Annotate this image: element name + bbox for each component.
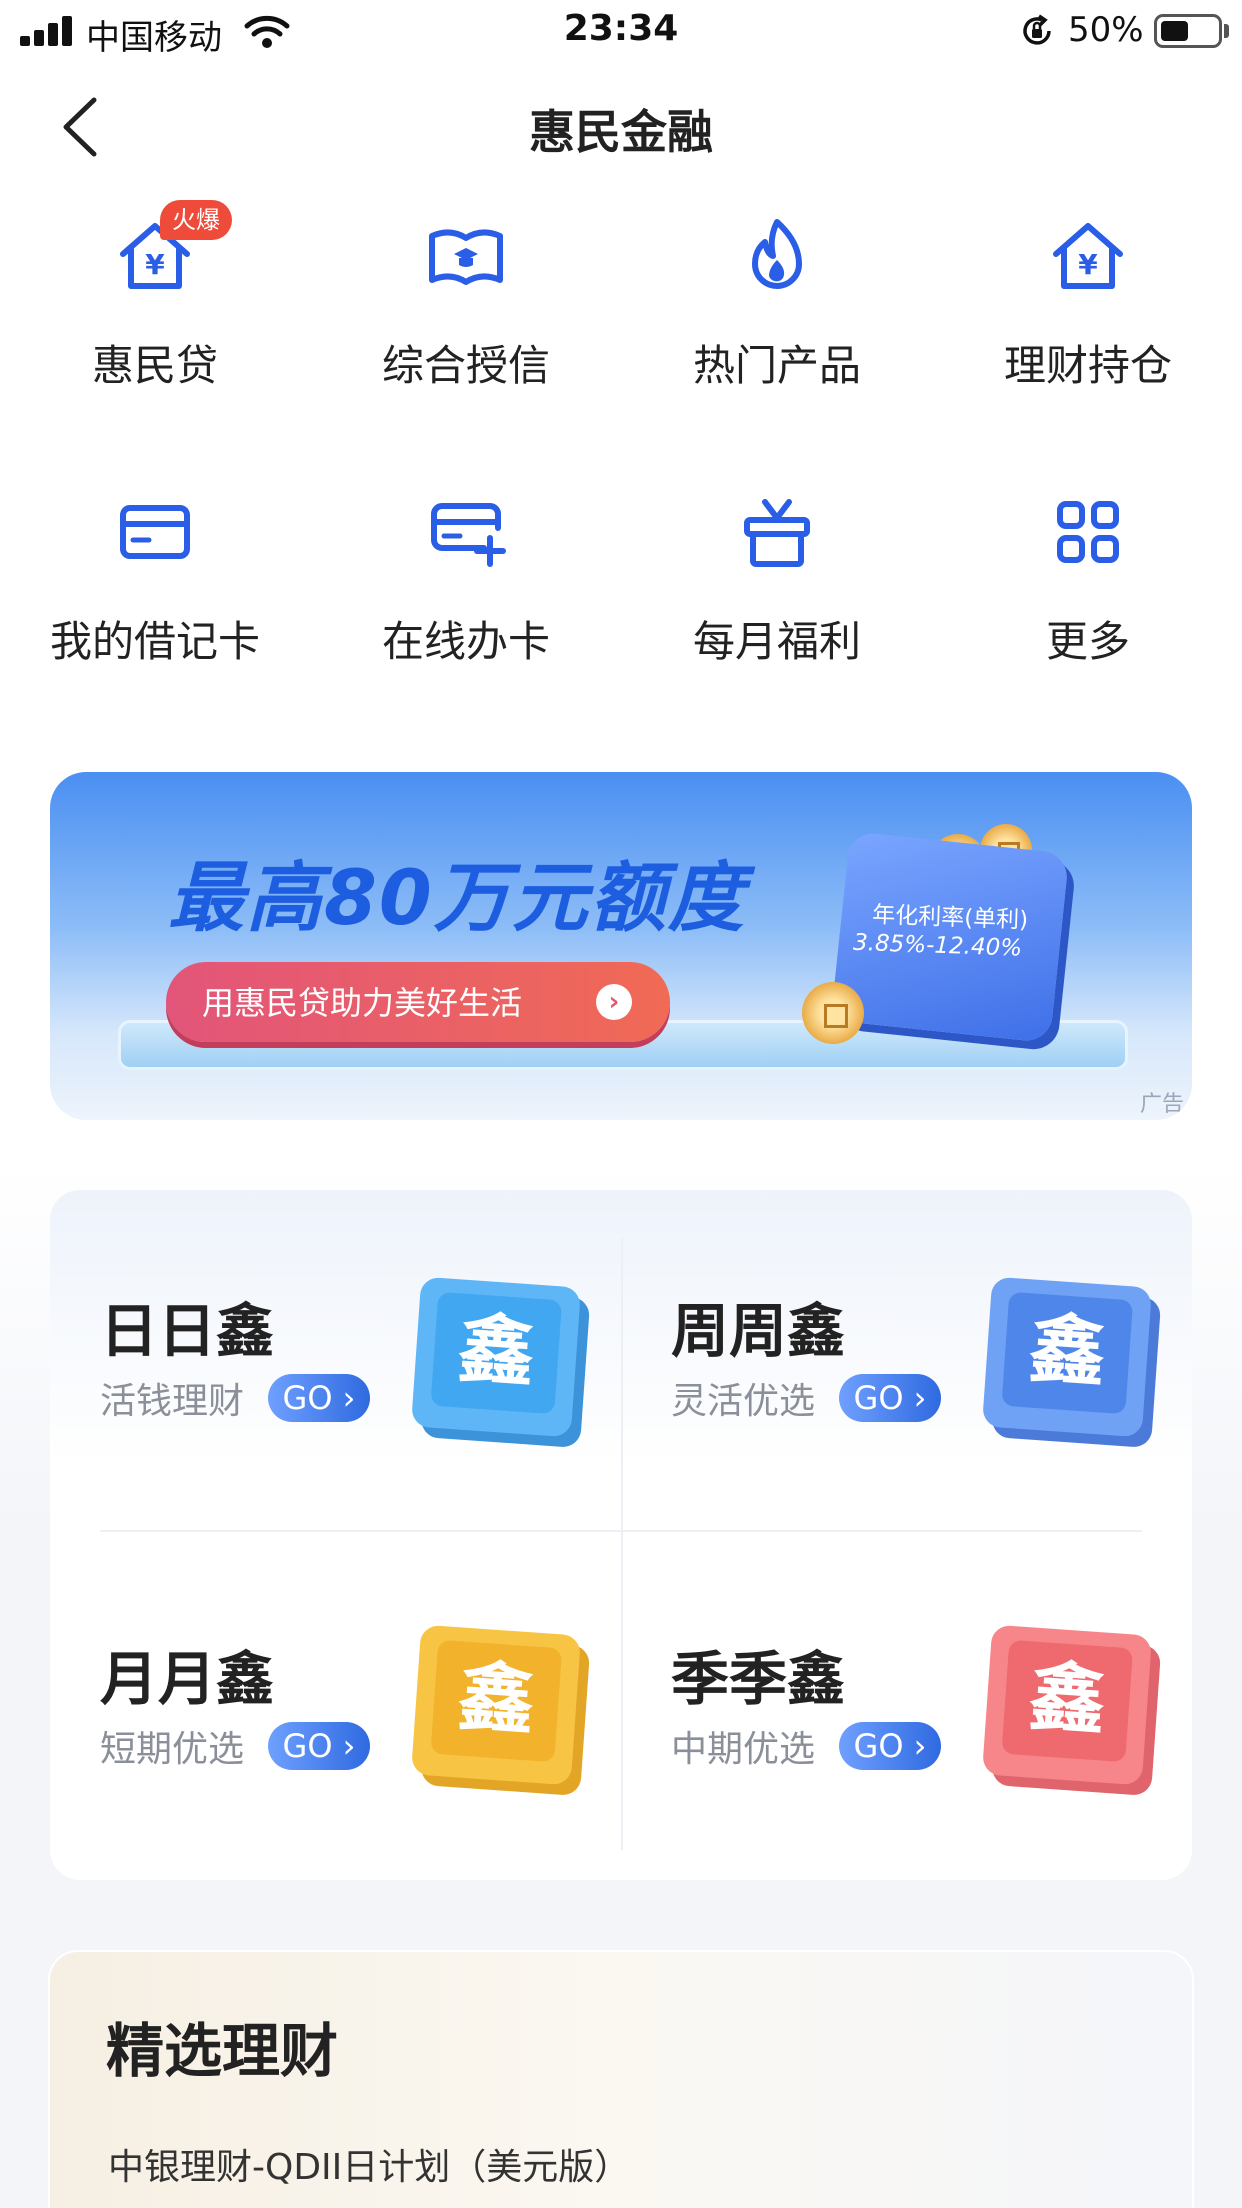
xin-item-weekly[interactable]: 周周鑫 灵活优选 GO › 鑫 [621,1190,1181,1530]
ad-label: 广告 [1140,1092,1185,1117]
grid-label: 综合授信 [381,341,550,390]
xin-item-monthly[interactable]: 月月鑫 短期优选 GO › 鑫 [50,1538,610,1878]
grid-item-debit-card[interactable]: 我的借记卡 [0,492,310,692]
grid-item-holdings[interactable]: ¥ 理财持仓 [933,216,1242,416]
svg-text:¥: ¥ [145,248,165,281]
rate-value: 3.85%-12.40% [852,929,1023,962]
grid-label: 更多 [1045,617,1130,666]
section-title: 精选理财 [106,2017,339,2085]
xin-item-quarterly[interactable]: 季季鑫 中期优选 GO › 鑫 [621,1538,1181,1878]
product-desc: 中期优选 [671,1729,816,1770]
xin-tile-icon: 鑫 [981,1624,1153,1786]
grid-item-monthly-benefit[interactable]: 每月福利 [622,492,932,692]
go-label: GO [853,1727,904,1765]
product-name: 月月鑫 [100,1645,275,1713]
go-label: GO [853,1379,904,1417]
tile-char: 鑫 [1001,1291,1134,1415]
grid-label: 我的借记卡 [49,617,260,666]
chevron-right-icon: › [596,984,632,1020]
book-grad-icon [429,229,503,285]
banner-cta-label: 用惠民贷助力美好生活 [202,984,523,1022]
grid-label: 理财持仓 [1003,341,1172,390]
go-label: GO [282,1727,333,1765]
go-label: GO [282,1379,333,1417]
grid-item-apply-card[interactable]: 在线办卡 [311,492,621,692]
orientation-lock-icon [1023,14,1051,45]
grid-label: 热门产品 [692,341,861,390]
status-time: 23:34 [563,8,679,49]
divider [100,1530,1142,1532]
tile-char: 鑫 [430,1639,563,1763]
rate-title: 年化利率(单利) [871,902,1029,934]
grid-item-hot-products[interactable]: 热门产品 [622,216,932,416]
xin-tile-icon: 鑫 [410,1624,582,1786]
svg-text:¥: ¥ [1078,248,1098,281]
battery-tip [1224,24,1229,38]
flame-icon [752,219,802,289]
gift-icon [744,499,810,567]
status-bar: 中国移动 23:34 50% [0,0,1242,66]
product-desc: 灵活优选 [671,1381,816,1422]
wallet-illustration: 年化利率(单利) 3.85%-12.40% [830,831,1070,1043]
xin-tile-icon: 鑫 [410,1276,582,1438]
banner-cta-button[interactable]: 用惠民贷助力美好生活 › [166,962,670,1042]
grid-more-icon [1057,501,1119,563]
product-desc: 短期优选 [100,1729,245,1770]
go-button[interactable]: GO › [268,1374,370,1422]
battery-percent: 50% [1068,10,1144,50]
tile-char: 鑫 [1001,1639,1134,1763]
grid-label: 在线办卡 [381,617,550,666]
grid-label: 惠民贷 [91,341,218,390]
hot-badge: 火爆 [160,200,232,240]
tile-char: 鑫 [430,1291,563,1415]
grid-item-credit[interactable]: 综合授信 [311,216,621,416]
product-name: 日日鑫 [100,1297,275,1365]
xin-tile-icon: 鑫 [981,1276,1153,1438]
card-add-icon [431,503,506,567]
selected-finance-card: 精选理财 中银理财-QDII日计划（美元版） [48,1950,1194,2208]
product-desc: 活钱理财 [100,1381,245,1422]
page-title: 惠民金融 [529,105,713,159]
product-name: 季季鑫 [671,1645,846,1713]
battery-icon [1154,14,1222,48]
finance-product-item[interactable]: 中银理财-QDII日计划（美元版） [108,2138,630,2190]
go-button[interactable]: GO › [839,1374,941,1422]
go-button[interactable]: GO › [268,1722,370,1770]
coin-icon [802,982,864,1044]
go-button[interactable]: GO › [839,1722,941,1770]
banner-title: 最高80万元额度 [168,853,746,942]
grid-item-more[interactable]: 更多 [933,492,1242,692]
product-name: 周周鑫 [671,1297,846,1365]
grid-label: 每月福利 [692,617,861,666]
grid-item-loan[interactable]: ¥ 火爆 惠民贷 [0,200,310,416]
house-yuan-icon: ¥ [1053,223,1123,289]
xin-products-card: 日日鑫 活钱理财 GO › 鑫 周周鑫 灵活优选 GO › 鑫 月月鑫 短期优选… [50,1190,1192,1880]
xin-item-daily[interactable]: 日日鑫 活钱理财 GO › 鑫 [50,1190,610,1530]
card-icon [120,505,190,559]
promo-banner[interactable]: 最高80万元额度 用惠民贷助力美好生活 › 年化利率(单利) 3.85%-12.… [50,772,1192,1120]
